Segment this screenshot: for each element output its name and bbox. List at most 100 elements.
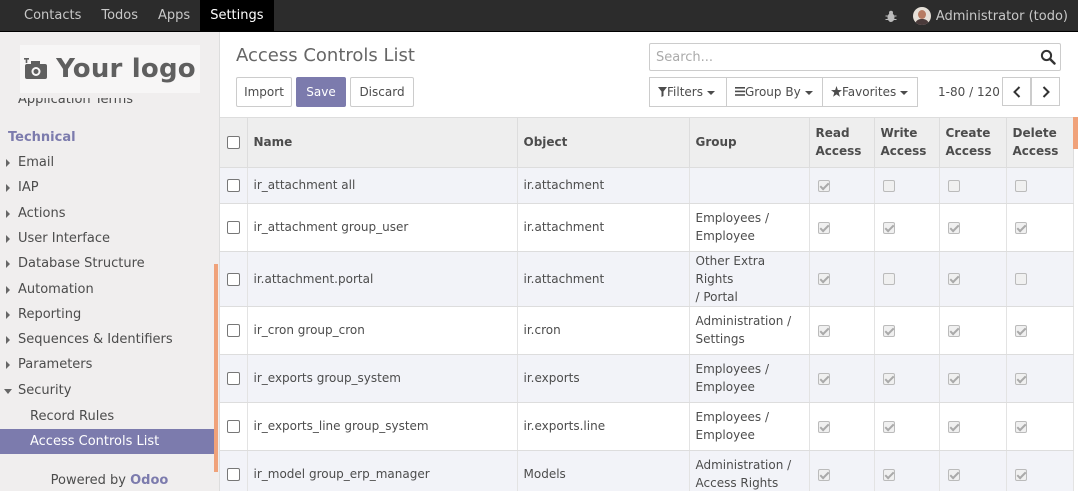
table-row[interactable]: ir_attachment all ir.attachment [220,167,1074,204]
menu-contacts[interactable]: Contacts [14,0,91,31]
row-checkbox[interactable] [226,420,240,433]
row-checkbox[interactable] [226,324,240,337]
cell-object[interactable]: ir.exports [517,354,690,403]
cell-group[interactable]: Administration / Settings [689,306,810,355]
sidebar-scrollbar[interactable] [214,264,218,472]
search-icon[interactable] [1040,49,1056,65]
company-logo[interactable]: Your logo [20,45,200,93]
column-header-write-access[interactable]: Write Access [874,118,940,168]
powered-by: Powered by Odoo [0,473,219,488]
cell-object[interactable]: ir.attachment [517,203,690,252]
select-all-checkbox[interactable] [226,136,240,150]
cell-name[interactable]: ir_attachment all [247,167,518,204]
cell-read-access [809,167,875,204]
page-title[interactable]: Access Controls List [236,45,415,66]
sidebar-item-access-controls-list[interactable]: Access Controls List [0,429,214,454]
search-input[interactable] [656,49,1026,65]
sidebar-item-email[interactable]: Email [0,150,214,175]
cell-name[interactable]: ir.attachment.portal [247,251,518,307]
row-checkbox[interactable] [226,468,240,481]
header-line: Delete [1012,126,1057,141]
table-scrollbar[interactable] [1073,117,1078,149]
sidebar-item-label: Record Rules [30,409,115,424]
sidebar-item-security[interactable]: Security [0,378,214,403]
group-line: Employee [695,428,755,442]
pager-separator: / [969,85,974,99]
write-access-checkbox [882,221,895,234]
cell-group[interactable]: Employees / Employee [689,402,810,451]
sidebar-item-sequences[interactable]: Sequences & Identifiers [0,327,214,352]
row-checkbox[interactable] [226,221,240,234]
create-access-checkbox [947,324,960,337]
menu-apps[interactable]: Apps [148,0,200,31]
cell-object[interactable]: ir.attachment [517,251,690,307]
caret-right-icon [6,210,10,218]
table-row[interactable]: ir_model group_erp_manager Models Administ… [220,450,1074,491]
cell-delete-access [1006,167,1074,204]
menu-settings[interactable]: Settings [200,0,274,31]
sidebar-item-automation[interactable]: Automation [0,277,214,302]
user-menu[interactable]: Administrator (todo) [909,0,1078,32]
sidebar-item-database-structure[interactable]: Database Structure [0,251,214,276]
sidebar-item-label: User Interface [18,231,110,246]
group-by-button[interactable]: Group By [726,77,823,107]
save-button[interactable]: Save [296,77,346,107]
row-checkbox[interactable] [226,179,240,192]
sidebar-item-parameters[interactable]: Parameters [0,352,214,377]
cell-group[interactable]: Employees / Employee [689,354,810,403]
table-row[interactable]: ir_cron group_cron ir.cron Administration … [220,306,1074,355]
cell-name[interactable]: ir_cron group_cron [247,306,518,355]
pager-previous-button[interactable] [1002,77,1031,106]
cell-object[interactable]: ir.attachment [517,167,690,204]
import-button[interactable]: Import [236,77,292,107]
caret-down-icon [4,389,12,394]
column-header-read-access[interactable]: Read Access [809,118,875,168]
table-row[interactable]: ir_attachment group_user ir.attachment Emp… [220,203,1074,252]
camera-icon [24,58,48,79]
sidebar-item-application-terms[interactable]: Application Terms [0,98,219,112]
sidebar-item-user-interface[interactable]: User Interface [0,226,214,251]
group-line: / Portal [695,289,738,304]
cell-object[interactable]: Models [517,450,690,491]
pager-next-button[interactable] [1031,77,1060,106]
table-row[interactable]: ir.attachment.portal ir.attachment Other E… [220,251,1074,307]
app-menu: Contacts Todos Apps Settings [14,0,274,32]
cell-name[interactable]: ir_exports group_system [247,354,518,403]
pager-total: 120 [976,85,1000,99]
sidebar-item-actions[interactable]: Actions [0,201,214,226]
table-row[interactable]: ir_exports_line group_system ir.exports.l… [220,402,1074,451]
column-header-create-access[interactable]: Create Access [939,118,1007,168]
column-header-object[interactable]: Object [517,118,690,168]
sidebar-item-label: Automation [18,282,94,297]
cell-object[interactable]: ir.exports.line [517,402,690,451]
cell-name[interactable]: ir_model group_erp_manager [247,450,518,491]
cell-delete-access [1006,251,1074,307]
odoo-link[interactable]: Odoo [130,473,168,488]
debug-bug-icon[interactable] [873,0,909,32]
sidebar-item-reporting[interactable]: Reporting [0,302,214,327]
column-header-delete-access[interactable]: Delete Access [1006,118,1074,168]
menu-todos[interactable]: Todos [91,0,148,31]
cell-group[interactable]: Employees / Employee [689,203,810,252]
cell-group[interactable] [689,167,810,204]
cell-group[interactable]: Administration / Access Rights [689,450,810,491]
cell-name[interactable]: ir_attachment group_user [247,203,518,252]
cell-name[interactable]: ir_exports_line group_system [247,402,518,451]
pager-range[interactable]: 1-80 [938,85,965,99]
row-checkbox[interactable] [226,272,240,286]
sidebar-item-record-rules[interactable]: Record Rules [0,404,214,429]
filters-button[interactable]: Filters [649,77,727,107]
column-header-name[interactable]: Name [247,118,518,168]
cell-object[interactable]: ir.cron [517,306,690,355]
row-select-cell [220,251,248,307]
row-checkbox[interactable] [226,372,240,385]
sidebar-item-iap[interactable]: IAP [0,175,214,200]
pager-value[interactable]: 1-80 / 120 [938,85,1000,99]
row-select-cell [220,450,248,491]
cell-create-access [939,354,1007,403]
discard-button[interactable]: Discard [350,77,414,107]
table-row[interactable]: ir_exports group_system ir.exports Employe… [220,354,1074,403]
favorites-button[interactable]: Favorites [822,77,918,107]
cell-group[interactable]: Other Extra Rights / Portal [689,251,810,307]
column-header-group[interactable]: Group [689,118,810,168]
